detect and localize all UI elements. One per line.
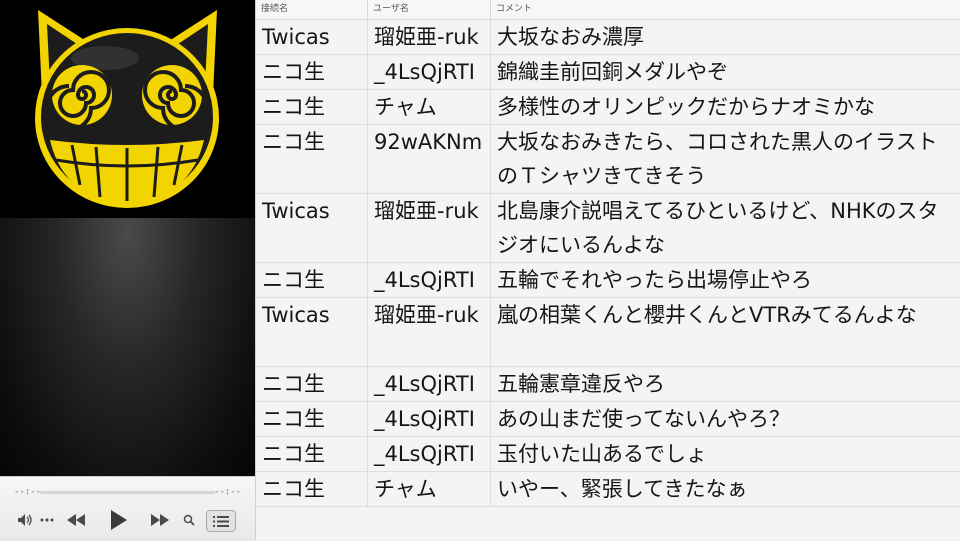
comment-cell: 嵐の相葉くんと櫻井くんとVTRみてるんよな [497, 303, 917, 327]
user-cell: 瑠姫亜-ruk [368, 20, 491, 54]
source-cell: Twicas [256, 298, 368, 366]
user-cell: _4LsQjRTI [368, 55, 491, 89]
user-cell: _4LsQjRTI [368, 437, 491, 471]
mascot-thumbnail [0, 0, 255, 218]
source-cell: Twicas [256, 194, 368, 262]
user-cell: 瑠姫亜-ruk [368, 298, 491, 366]
video-area[interactable] [0, 218, 255, 476]
comment-cell: 五輪でそれやったら出場停止やろ [497, 268, 812, 292]
comment-cell: 玉付いた山あるでしょ [497, 442, 707, 466]
source-cell: ニコ生 [256, 472, 368, 506]
comment-cell: いやー、緊張してきたなぁ [497, 477, 748, 501]
table-row[interactable]: ニコ生 チャム いやー、緊張してきたなぁ [256, 472, 960, 507]
table-header: 接続名 ユーザ名 コメント [256, 0, 960, 20]
comment-cell: 大坂なおみきたら、コロされた黒人のイラストのＴシャツきてきそう [497, 130, 938, 188]
table-row[interactable]: ニコ生 _4LsQjRTI 玉付いた山あるでしょ [256, 437, 960, 472]
source-cell: ニコ生 [256, 437, 368, 471]
comment-cell: 多様性のオリンピックだからナオミかな [497, 95, 875, 119]
control-buttons [0, 507, 255, 533]
comment-table: 接続名 ユーザ名 コメント Twicas 瑠姫亜-ruk 大坂なおみ濃厚 ニコ生… [255, 0, 960, 540]
user-cell: 92wAKNm [368, 125, 491, 193]
user-cell: _4LsQjRTI [368, 402, 491, 436]
media-panel: --:-- --:-- [0, 0, 255, 541]
table-row[interactable]: ニコ生 チャム 多様性のオリンピックだからナオミかな [256, 90, 960, 125]
table-row[interactable]: ニコ生 _4LsQjRTI 五輪憲章違反やろ [256, 367, 960, 402]
column-header-comment[interactable]: コメント [491, 0, 960, 19]
cat-mascot-image [35, 10, 219, 208]
comment-cell: 五輪憲章違反やろ [497, 372, 665, 396]
comment-cell: 大坂なおみ濃厚 [497, 25, 644, 49]
source-cell: ニコ生 [256, 263, 368, 297]
comment-cell: 北島康介説唱えてるひといるけど、NHKのスタジオにいるんよな [497, 199, 939, 257]
seek-bar[interactable] [40, 491, 215, 494]
search-icon[interactable] [180, 507, 198, 533]
comment-cell: 錦織圭前回銅メダルやぞ [497, 60, 728, 84]
user-cell: 瑠姫亜-ruk [368, 194, 491, 262]
play-icon[interactable] [106, 507, 132, 533]
user-cell: チャム [368, 90, 491, 124]
source-cell: Twicas [256, 20, 368, 54]
source-cell: ニコ生 [256, 367, 368, 401]
elapsed-time: --:-- [14, 487, 42, 497]
user-cell: _4LsQjRTI [368, 367, 491, 401]
user-cell: _4LsQjRTI [368, 263, 491, 297]
source-cell: ニコ生 [256, 402, 368, 436]
playlist-icon[interactable] [206, 510, 236, 532]
table-row[interactable]: ニコ生 _4LsQjRTI あの山まだ使ってないんやろ？ [256, 402, 960, 437]
comment-cell: あの山まだ使ってないんやろ？ [497, 407, 790, 431]
table-row[interactable]: ニコ生 92wAKNm 大坂なおみきたら、コロされた黒人のイラストのＴシャツきて… [256, 125, 960, 194]
remaining-time: --:-- [213, 487, 241, 497]
rewind-icon[interactable] [64, 507, 88, 533]
table-row[interactable]: Twicas 瑠姫亜-ruk 嵐の相葉くんと櫻井くんとVTRみてるんよな [256, 298, 960, 367]
player-controls: --:-- --:-- [0, 476, 255, 541]
source-cell: ニコ生 [256, 90, 368, 124]
user-cell: チャム [368, 472, 491, 506]
volume-icon[interactable] [14, 507, 36, 533]
more-icon[interactable] [38, 507, 56, 533]
column-header-username[interactable]: ユーザ名 [368, 0, 491, 19]
table-body: Twicas 瑠姫亜-ruk 大坂なおみ濃厚 ニコ生 _4LsQjRTI 錦織圭… [256, 20, 960, 507]
fast-forward-icon[interactable] [148, 507, 172, 533]
column-header-connection[interactable]: 接続名 [256, 0, 368, 19]
table-row[interactable]: Twicas 瑠姫亜-ruk 大坂なおみ濃厚 [256, 20, 960, 55]
source-cell: ニコ生 [256, 125, 368, 193]
seek-row: --:-- --:-- [0, 485, 255, 499]
table-row[interactable]: Twicas 瑠姫亜-ruk 北島康介説唱えてるひといるけど、NHKのスタジオに… [256, 194, 960, 263]
table-row[interactable]: ニコ生 _4LsQjRTI 五輪でそれやったら出場停止やろ [256, 263, 960, 298]
table-row[interactable]: ニコ生 _4LsQjRTI 錦織圭前回銅メダルやぞ [256, 55, 960, 90]
source-cell: ニコ生 [256, 55, 368, 89]
